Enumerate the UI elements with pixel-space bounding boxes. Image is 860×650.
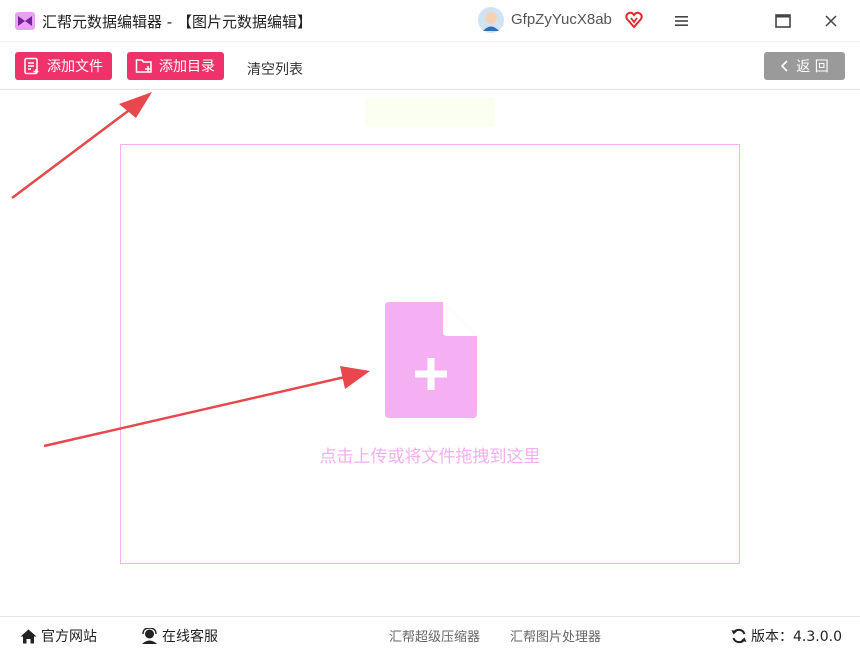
window-title: 汇帮元数据编辑器 - 【图片元数据编辑】 bbox=[42, 13, 312, 31]
vip-heart-icon[interactable] bbox=[625, 11, 643, 29]
back-button[interactable]: 返 回 bbox=[764, 52, 845, 80]
home-icon bbox=[20, 629, 37, 643]
add-folder-icon bbox=[135, 59, 152, 73]
image-processor-link[interactable]: 汇帮图片处理器 bbox=[510, 626, 601, 645]
menu-button[interactable] bbox=[669, 8, 695, 34]
official-site-link[interactable]: 官方网站 bbox=[20, 626, 97, 646]
file-dropzone[interactable]: 点击上传或将文件拖拽到这里 bbox=[120, 144, 740, 564]
official-site-label: 官方网站 bbox=[41, 629, 97, 645]
add-file-icon bbox=[24, 57, 39, 75]
chevron-left-icon bbox=[781, 60, 788, 72]
maximize-button[interactable] bbox=[770, 8, 796, 34]
add-directory-button[interactable]: 添加目录 bbox=[127, 52, 224, 80]
customer-service-icon bbox=[142, 628, 157, 644]
add-file-button[interactable]: 添加文件 bbox=[15, 52, 112, 80]
file-upload-icon bbox=[385, 302, 477, 418]
user-name[interactable]: GfpZyYucX8ab bbox=[511, 11, 612, 28]
status-footer: 官方网站 在线客服 汇帮超级压缩器 汇帮图片处理器 版本：4.3.0.0 bbox=[0, 616, 860, 650]
placeholder-tab bbox=[365, 97, 495, 127]
refresh-icon bbox=[731, 628, 747, 644]
app-window: 汇帮元数据编辑器 - 【图片元数据编辑】 GfpZyYucX8ab 添加文件 添… bbox=[0, 0, 860, 650]
avatar-icon[interactable] bbox=[478, 7, 504, 33]
close-icon bbox=[825, 15, 837, 27]
add-directory-label: 添加目录 bbox=[159, 59, 215, 75]
back-label: 返 回 bbox=[796, 59, 829, 75]
add-file-label: 添加文件 bbox=[47, 59, 103, 75]
dropzone-hint: 点击上传或将文件拖拽到这里 bbox=[319, 447, 541, 467]
clear-list-button[interactable]: 清空列表 bbox=[247, 59, 303, 79]
title-bar: 汇帮元数据编辑器 - 【图片元数据编辑】 GfpZyYucX8ab bbox=[0, 0, 860, 42]
menu-icon bbox=[675, 16, 688, 26]
version-info[interactable]: 版本：4.3.0.0 bbox=[731, 626, 842, 646]
maximize-icon bbox=[775, 14, 791, 28]
online-service-label: 在线客服 bbox=[162, 629, 218, 645]
toolbar: 添加文件 添加目录 清空列表 返 回 bbox=[0, 42, 860, 90]
version-label: 版本：4.3.0.0 bbox=[751, 629, 842, 645]
close-button[interactable] bbox=[818, 8, 844, 34]
online-service-link[interactable]: 在线客服 bbox=[141, 626, 218, 646]
app-logo-icon bbox=[15, 12, 35, 30]
compressor-link[interactable]: 汇帮超级压缩器 bbox=[389, 626, 480, 645]
